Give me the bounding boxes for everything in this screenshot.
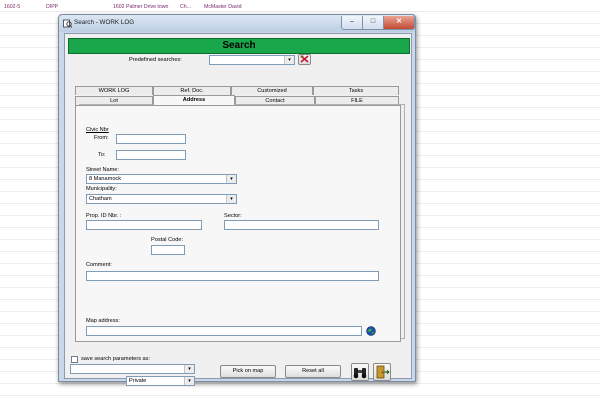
comment-input[interactable] — [86, 271, 379, 281]
municipality-value: Chatham — [89, 196, 112, 202]
sector-input[interactable] — [224, 220, 379, 230]
exit-door-icon — [376, 365, 390, 379]
search-header: Search — [68, 38, 410, 54]
reset-all-button[interactable]: Reset all — [285, 365, 341, 378]
prop-id-label: Prop. ID Nbr. : — [86, 213, 122, 219]
window-title: Search - WORK LOG — [74, 19, 135, 26]
app-icon — [63, 19, 72, 28]
visibility-select[interactable]: Private ▾ — [126, 376, 195, 386]
municipality-label: Municipality: — [86, 186, 117, 192]
predefined-searches-select[interactable]: ▾ — [209, 55, 295, 65]
chevron-down-icon[interactable]: ▾ — [184, 365, 194, 373]
address-panel: Civic Nbr From: To: Street Name: 8 Manam… — [75, 105, 401, 342]
search-binoculars-button[interactable] — [351, 363, 369, 381]
predefined-searches-label: Predefined searches: — [129, 57, 182, 63]
minimize-button[interactable]: – — [341, 16, 363, 30]
civic-from-input[interactable] — [116, 134, 186, 144]
globe-icon[interactable] — [366, 326, 376, 336]
delete-search-button[interactable] — [298, 54, 311, 65]
cell-town: Ch... — [180, 4, 191, 10]
cell-name: McMaster David — [204, 4, 242, 10]
civic-nbr-label: Civic Nbr — [86, 127, 109, 133]
map-address-input[interactable] — [86, 326, 362, 336]
prop-id-input[interactable] — [86, 220, 202, 230]
cell-code: DIPP — [46, 4, 59, 10]
title-bar[interactable]: Search - WORK LOG – □ ✕ — [59, 15, 415, 32]
postal-code-label: Postal Code: — [151, 237, 184, 243]
dialog-body: Search Predefined searches: ▾ WORK LOG R… — [64, 33, 412, 386]
save-search-label: save search parameters as: — [81, 356, 151, 362]
comment-label: Comment: — [86, 262, 112, 268]
street-name-value: 8 Manamock — [89, 176, 122, 182]
civic-to-input[interactable] — [116, 150, 186, 160]
exit-button[interactable] — [373, 363, 391, 381]
chevron-down-icon[interactable]: ▾ — [226, 175, 236, 183]
chevron-down-icon[interactable]: ▾ — [184, 377, 194, 385]
search-window: Search - WORK LOG – □ ✕ Search Predefine… — [58, 14, 416, 386]
chevron-down-icon[interactable]: ▾ — [226, 195, 236, 203]
tab-ref-doc[interactable]: Ref. Doc. — [153, 86, 231, 95]
to-label: To: — [98, 152, 106, 158]
tab-work-log[interactable]: WORK LOG — [75, 86, 153, 95]
sector-label: Sector: — [224, 213, 242, 219]
tab-address[interactable]: Address — [153, 95, 235, 105]
save-search-checkbox[interactable] — [71, 356, 78, 363]
street-name-label: Street Name: — [86, 167, 119, 173]
chevron-down-icon[interactable]: ▾ — [284, 56, 294, 64]
maximize-button[interactable]: □ — [362, 16, 384, 30]
cell-id: 1602-5 — [4, 4, 21, 10]
cell-address: 1602 Palmer Drive town — [113, 4, 169, 10]
map-address-label: Map address: — [86, 318, 120, 324]
street-name-select[interactable]: 8 Manamock ▾ — [86, 174, 237, 184]
delete-search-icon — [300, 55, 309, 63]
pick-on-map-button[interactable]: Pick on map — [220, 365, 276, 378]
from-label: From: — [94, 135, 109, 141]
save-search-name-select[interactable]: ▾ — [70, 364, 195, 374]
tab-tasks[interactable]: Tasks — [313, 86, 399, 95]
municipality-select[interactable]: Chatham ▾ — [86, 194, 237, 204]
close-button[interactable]: ✕ — [383, 16, 415, 30]
visibility-value: Private — [129, 378, 147, 384]
postal-code-input[interactable] — [151, 245, 185, 255]
binoculars-icon — [353, 368, 367, 379]
tab-customized[interactable]: Customized — [231, 86, 313, 95]
